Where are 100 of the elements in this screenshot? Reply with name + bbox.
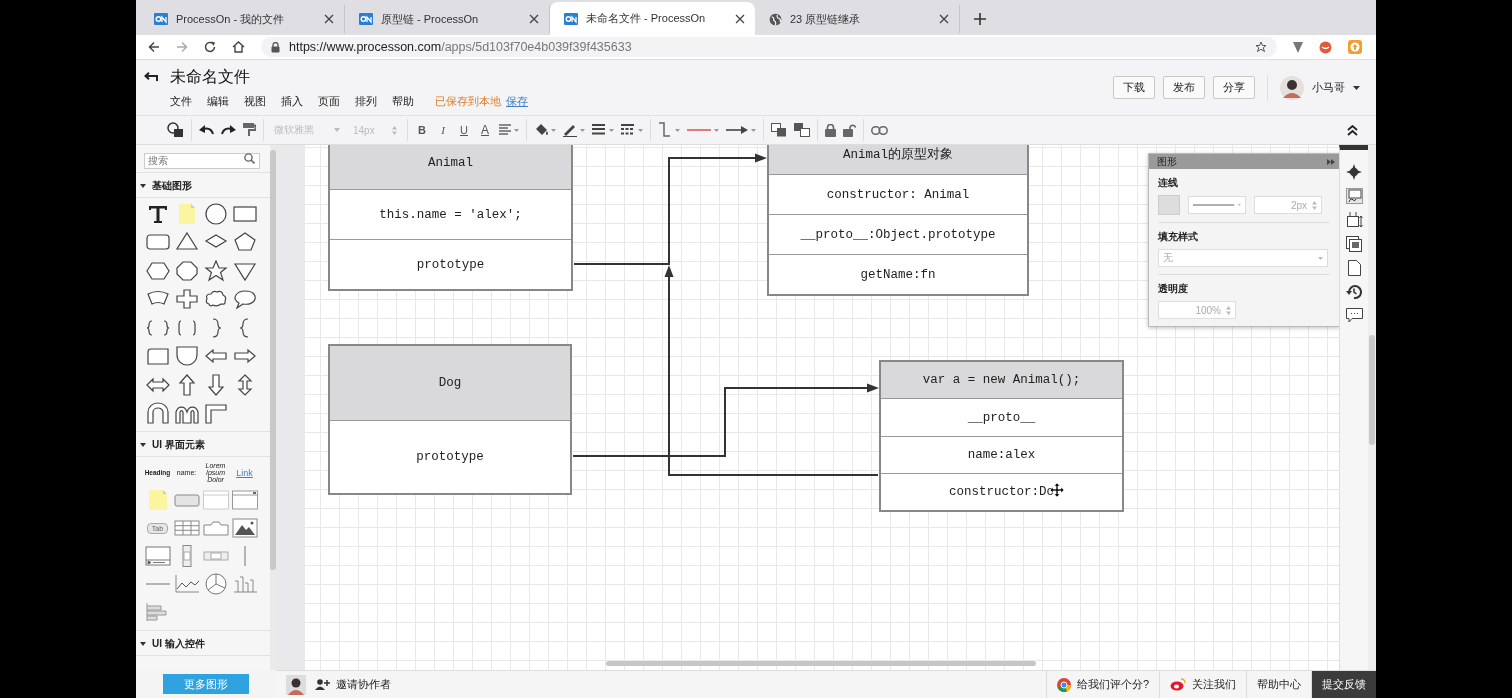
link-sample[interactable]: Link [236,467,253,478]
speech-bubble-icon[interactable] [231,288,258,310]
italic-button[interactable]: I [436,124,450,136]
rounded-corner-icon[interactable] [173,345,200,367]
user-menu[interactable]: 小马哥 [1312,80,1345,95]
feedback-button[interactable]: 提交反馈 [1311,671,1376,698]
redo-icon[interactable] [221,125,236,135]
video-player-icon[interactable] [144,545,171,567]
caret-icon [140,642,146,646]
hexagon-icon[interactable] [144,259,171,282]
navigator-icon[interactable] [1346,164,1362,180]
bold-button[interactable]: B [415,124,429,136]
arrow-style-icon[interactable] [726,125,756,135]
connector-arrow[interactable] [572,383,879,457]
lock-icon[interactable] [825,123,836,137]
section-header[interactable]: UI 输入控件 [136,630,270,656]
line-style-icon[interactable] [687,126,719,134]
bring-front-icon[interactable] [771,123,787,137]
pie-chart-icon[interactable] [202,573,229,595]
menu-item[interactable]: 视图 [244,93,266,109]
triangle-icon[interactable] [173,231,200,253]
scrollbar-thumb[interactable] [1369,335,1375,445]
cross-icon[interactable] [173,288,200,310]
dialog-window-icon[interactable] [231,489,258,511]
connector-icon[interactable] [658,122,680,138]
section-header[interactable]: 基础图形 [136,171,270,198]
pen-icon[interactable] [563,123,585,137]
menu-item[interactable]: 插入 [281,93,303,109]
style-icon[interactable] [1345,188,1363,204]
section-header[interactable]: UI 界面元素 [136,431,270,457]
connector-arrow[interactable] [573,153,767,265]
class-box[interactable]: var a = new Animal(); __proto__ name:alex constructor:Do [879,360,1124,512]
browser-tab[interactable]: 23 原型链继承 [755,5,960,33]
header-button[interactable]: 发布 [1163,76,1205,99]
table-icon[interactable] [173,517,200,539]
box-row-text: constructor:Do [949,485,1054,499]
size-icon[interactable] [1345,212,1363,228]
avatar[interactable] [1280,75,1304,100]
menu-item[interactable]: 编辑 [207,93,229,109]
rate-button[interactable]: 给我们评个分? [1045,671,1159,698]
font-color-button[interactable]: A [478,123,492,137]
dash-style-icon[interactable] [621,124,643,136]
invite-button[interactable]: 邀请协作者 [315,677,391,692]
browser-tab[interactable]: 未命名文件 - ProcessOn [550,2,755,35]
close-icon[interactable] [939,14,949,24]
line-chart-icon[interactable] [173,573,200,595]
scrollbar-thumb[interactable] [270,150,276,570]
avatar[interactable] [286,674,306,695]
save-link[interactable]: 保存 [506,93,528,109]
close-icon[interactable] [735,13,745,24]
class-box[interactable]: Animal this.name = 'alex'; prototype [328,145,573,291]
color-picker[interactable] [1158,195,1180,215]
rounded-rectangle-icon[interactable] [144,231,171,253]
page-icon[interactable] [1347,260,1361,276]
close-icon[interactable] [324,14,334,24]
tab-shape-icon[interactable] [144,345,171,367]
header-button[interactable]: 分享 [1213,76,1255,99]
menu-item[interactable]: 帮助 [392,93,414,109]
caret-icon[interactable] [1353,85,1360,90]
follow-button[interactable]: 关注我们 [1159,671,1246,698]
menu-item[interactable]: 排列 [355,93,377,109]
fill-bucket-icon[interactable] [534,123,556,137]
octagon-icon[interactable] [173,259,200,282]
pages-icon[interactable] [1346,236,1362,252]
corner-icon[interactable] [202,402,229,424]
history-icon[interactable] [1346,284,1362,300]
home-icon[interactable] [232,41,245,53]
undo-icon[interactable] [199,125,214,135]
back-icon[interactable] [148,41,160,53]
new-tab-icon[interactable] [974,13,986,25]
shapes-icon[interactable] [166,122,184,138]
comment-icon[interactable] [1345,308,1363,323]
address-field[interactable]: https://www.processon.com/apps/5d103f70e4b039f39f435633 [261,37,1277,57]
star-icon[interactable] [202,259,229,282]
image-icon[interactable] [231,517,258,539]
search-field[interactable]: 搜索 [144,152,260,169]
line-weight-icon[interactable] [592,124,614,136]
extension-icon[interactable] [1319,40,1332,54]
close-icon[interactable] [529,14,539,24]
underline-button[interactable]: U [457,124,471,136]
browser-tab[interactable]: ProcessOn - 我的文件 [140,5,345,33]
back-arrow-icon[interactable] [144,71,158,83]
document-title[interactable]: 未命名文件 [170,66,250,88]
align-icon[interactable] [499,124,519,136]
collapse-icon[interactable] [1347,124,1358,136]
format-painter-icon[interactable] [243,123,256,137]
scrollbar-thumb[interactable] [606,661,1036,666]
reload-icon[interactable] [204,41,216,53]
header-button[interactable]: 下载 [1113,76,1155,99]
menu-item[interactable]: 页面 [318,93,340,109]
unlock-icon[interactable] [843,123,856,137]
browser-tab[interactable]: 原型链 - ProcessOn [345,5,550,33]
star-icon[interactable] [1255,41,1267,53]
class-box[interactable]: Dog prototype [328,344,572,495]
send-back-icon[interactable] [794,123,810,137]
u-turn-icon[interactable] [144,402,171,424]
circle-icon[interactable] [202,202,229,225]
class-box[interactable]: Animal的原型对象 constructor: Animal __proto__:Object.prototype getName:fn [767,145,1029,296]
link-icon[interactable] [871,125,888,135]
menu-item[interactable]: 文件 [170,93,192,109]
